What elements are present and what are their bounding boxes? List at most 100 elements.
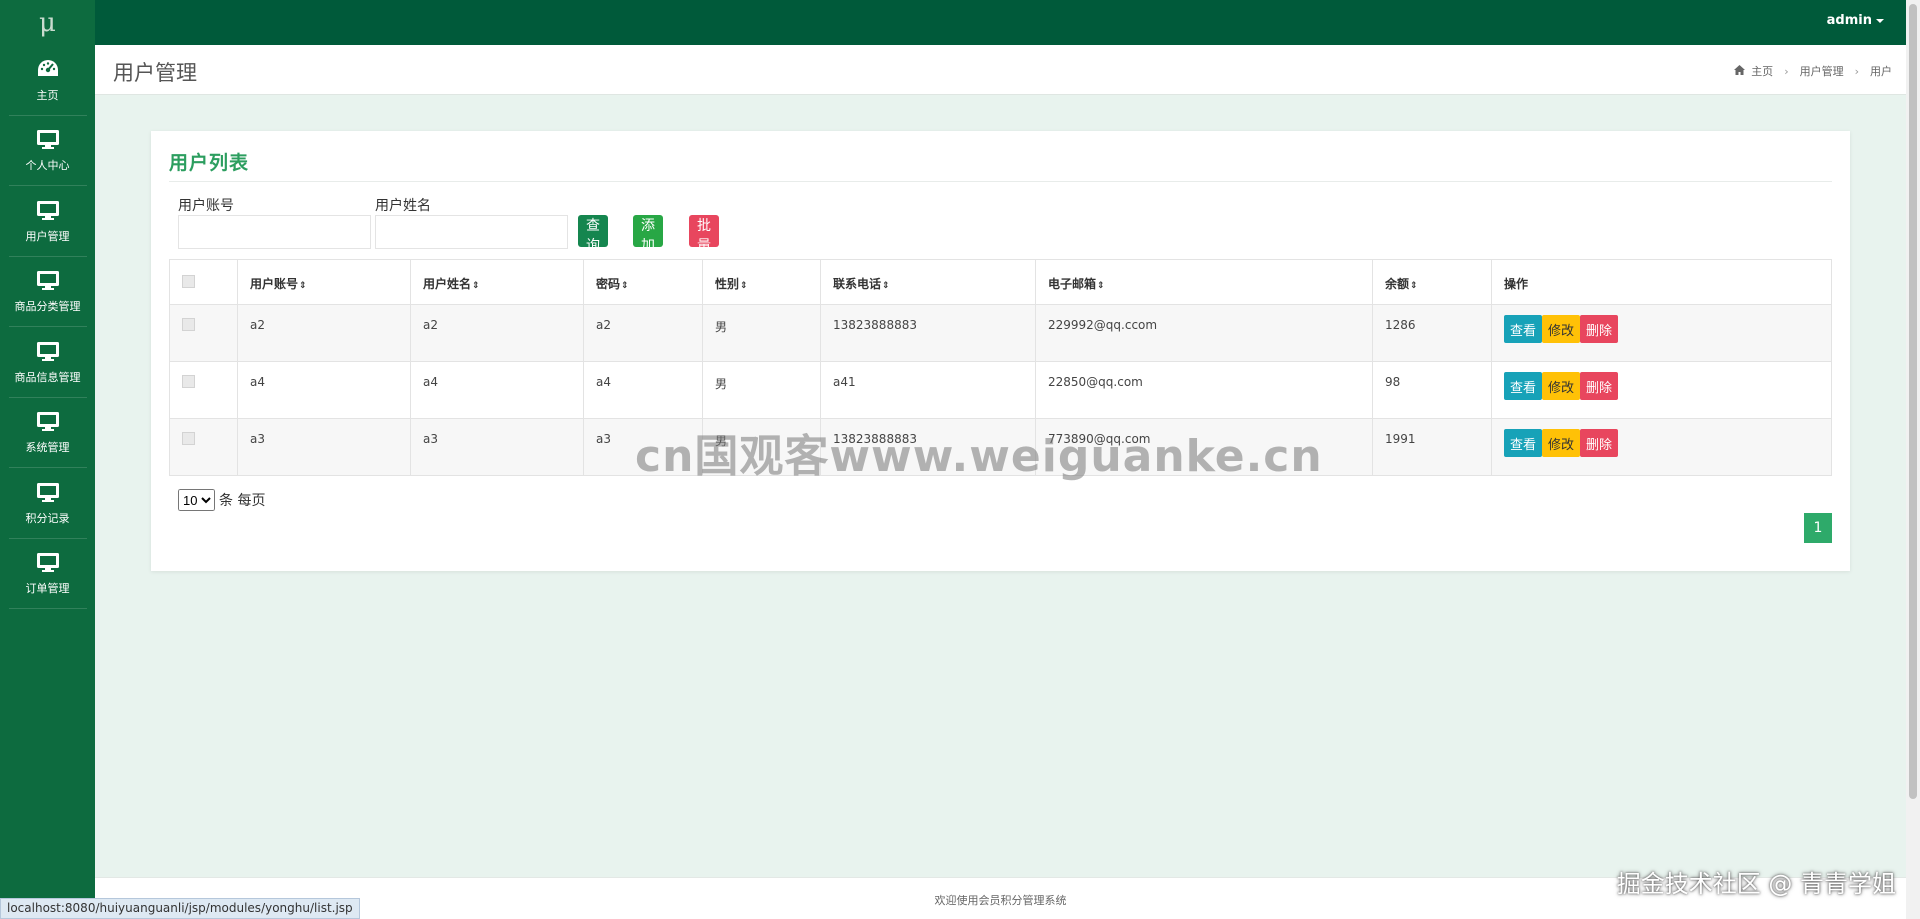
- sort-icon[interactable]: ⇕: [1097, 281, 1105, 291]
- query-button[interactable]: 查询: [578, 215, 608, 254]
- home-icon: [1734, 64, 1746, 78]
- sort-icon[interactable]: ⇕: [299, 281, 307, 291]
- gender-cell: 男: [702, 361, 821, 419]
- delete-button[interactable]: 删除: [1580, 429, 1619, 457]
- sidebar-item-personal-center[interactable]: 个人中心: [0, 116, 95, 186]
- sort-icon[interactable]: ⇕: [740, 281, 748, 291]
- sidebar-item-label: 商品信息管理: [14, 370, 81, 384]
- sort-icon[interactable]: ⇕: [472, 281, 480, 291]
- batch-delete-button[interactable]: 批量删除: [689, 215, 719, 294]
- table-header-row: 用户账号⇕ 用户姓名⇕ 密码⇕ 性别⇕ 联系电话⇕ 电子邮箱⇕ 余额⇕ 操作: [169, 259, 1832, 305]
- column-header[interactable]: 性别⇕: [702, 259, 821, 305]
- table-row: a2 a2 a2 男 13823888883 229992@qq.ccom 12…: [169, 304, 1832, 362]
- view-button[interactable]: 查看: [1504, 429, 1543, 457]
- main-content: 用户列表 用户账号 用户姓名 查询 添加 批量删除 用户账号⇕ 用户姓名⇕ 密码…: [95, 95, 1906, 877]
- actions-cell: 查看 修改 删除: [1491, 361, 1832, 419]
- account-label: 用户账号: [178, 198, 234, 214]
- name-label: 用户姓名: [375, 198, 431, 214]
- edit-button[interactable]: 修改: [1542, 429, 1581, 457]
- card-title: 用户列表: [169, 152, 250, 174]
- column-header-label: 用户姓名: [423, 277, 472, 291]
- actions-cell: 查看 修改 删除: [1491, 304, 1832, 362]
- balance-cell: 1286: [1372, 304, 1492, 362]
- view-button[interactable]: 查看: [1504, 372, 1543, 400]
- account-input[interactable]: [178, 215, 371, 249]
- browser-status-url: localhost:8080/huiyuanguanli/jsp/modules…: [0, 898, 360, 919]
- breadcrumb-home[interactable]: 主页: [1751, 63, 1773, 79]
- page-header: 用户管理 主页 › 用户管理 › 用户: [95, 45, 1906, 95]
- page-size-control: 10 条 每页: [178, 489, 265, 511]
- user-menu[interactable]: admin: [1827, 13, 1884, 28]
- divider: [169, 181, 1832, 182]
- page-1-button[interactable]: 1: [1804, 513, 1832, 543]
- sidebar-item-order-management[interactable]: 订单管理: [0, 539, 95, 609]
- dashboard-icon: [35, 57, 61, 83]
- sidebar-item-system-management[interactable]: 系统管理: [0, 398, 95, 468]
- chevron-right-icon: ›: [1854, 64, 1859, 78]
- edit-button[interactable]: 修改: [1542, 372, 1581, 400]
- scrollbar[interactable]: [1906, 0, 1920, 919]
- sidebar-item-user-management[interactable]: 用户管理: [0, 186, 95, 256]
- corner-watermark: 掘金技术社区 @ 青青学姐: [1616, 870, 1896, 898]
- sidebar-item-home[interactable]: 主页: [0, 45, 95, 115]
- column-header-actions: 操作: [1491, 259, 1832, 305]
- balance-cell: 98: [1372, 361, 1492, 419]
- column-header[interactable]: 电子邮箱⇕: [1035, 259, 1373, 305]
- view-button[interactable]: 查看: [1504, 315, 1543, 343]
- name-input[interactable]: [375, 215, 568, 249]
- watermark: cn国观客www.weiguanke.cn: [635, 431, 1323, 482]
- actions-cell: 查看 修改 删除: [1491, 418, 1832, 476]
- add-button[interactable]: 添加: [633, 215, 663, 254]
- row-select-cell: [169, 418, 238, 476]
- sidebar-item-product-management[interactable]: 商品信息管理: [0, 327, 95, 397]
- sidebar-item-label: 系统管理: [25, 441, 70, 455]
- delete-button[interactable]: 删除: [1580, 372, 1619, 400]
- sidebar: μ 主页 个人中心 用户管理 商品分类管理 商品信息管理 系统管理 积分记录 订…: [0, 0, 95, 919]
- breadcrumb-user: 用户: [1870, 65, 1892, 78]
- row-select-cell: [169, 304, 238, 362]
- account-cell: a4: [237, 361, 411, 419]
- balance-cell: 1991: [1372, 418, 1492, 476]
- monitor-icon: [35, 268, 61, 294]
- scrollbar-thumb[interactable]: [1909, 4, 1917, 799]
- app-logo: μ: [39, 7, 56, 38]
- name-cell: a2: [410, 304, 584, 362]
- monitor-icon: [35, 127, 61, 153]
- email-cell: 229992@qq.ccom: [1035, 304, 1373, 362]
- breadcrumb-user-management[interactable]: 用户管理: [1800, 63, 1844, 79]
- topbar: admin: [95, 0, 1906, 45]
- column-header-label: 联系电话: [833, 277, 882, 291]
- sidebar-item-label: 主页: [36, 88, 59, 102]
- password-cell: a2: [583, 304, 703, 362]
- column-header[interactable]: 用户姓名⇕: [410, 259, 584, 305]
- username: admin: [1826, 13, 1872, 28]
- sidebar-item-label: 积分记录: [25, 511, 70, 525]
- sort-icon[interactable]: ⇕: [621, 281, 629, 291]
- account-cell: a2: [237, 304, 411, 362]
- column-header[interactable]: 联系电话⇕: [820, 259, 1036, 305]
- edit-button[interactable]: 修改: [1542, 315, 1581, 343]
- row-select-cell: [169, 361, 238, 419]
- sidebar-item-category-management[interactable]: 商品分类管理: [0, 257, 95, 327]
- column-header[interactable]: 密码⇕: [583, 259, 703, 305]
- select-all-checkbox[interactable]: [182, 275, 195, 288]
- monitor-icon: [35, 550, 61, 576]
- row-checkbox[interactable]: [182, 432, 195, 445]
- password-cell: a4: [583, 361, 703, 419]
- row-checkbox[interactable]: [182, 318, 195, 331]
- column-header-label: 密码: [596, 277, 621, 291]
- sort-icon[interactable]: ⇕: [1410, 281, 1418, 291]
- column-header[interactable]: 用户账号⇕: [237, 259, 411, 305]
- column-header[interactable]: 余额⇕: [1372, 259, 1492, 305]
- sidebar-item-points-records[interactable]: 积分记录: [0, 468, 95, 538]
- sort-icon[interactable]: ⇕: [882, 281, 890, 291]
- column-header-label: 余额: [1385, 277, 1410, 291]
- row-checkbox[interactable]: [182, 375, 195, 388]
- phone-cell: 13823888883: [820, 304, 1036, 362]
- column-header-label: 电子邮箱: [1048, 277, 1097, 291]
- delete-button[interactable]: 删除: [1580, 315, 1619, 343]
- sidebar-item-label: 用户管理: [25, 229, 70, 243]
- column-header-label: 用户账号: [250, 277, 299, 291]
- page-size-select[interactable]: 10: [178, 489, 215, 511]
- sidebar-item-label: 商品分类管理: [14, 300, 81, 314]
